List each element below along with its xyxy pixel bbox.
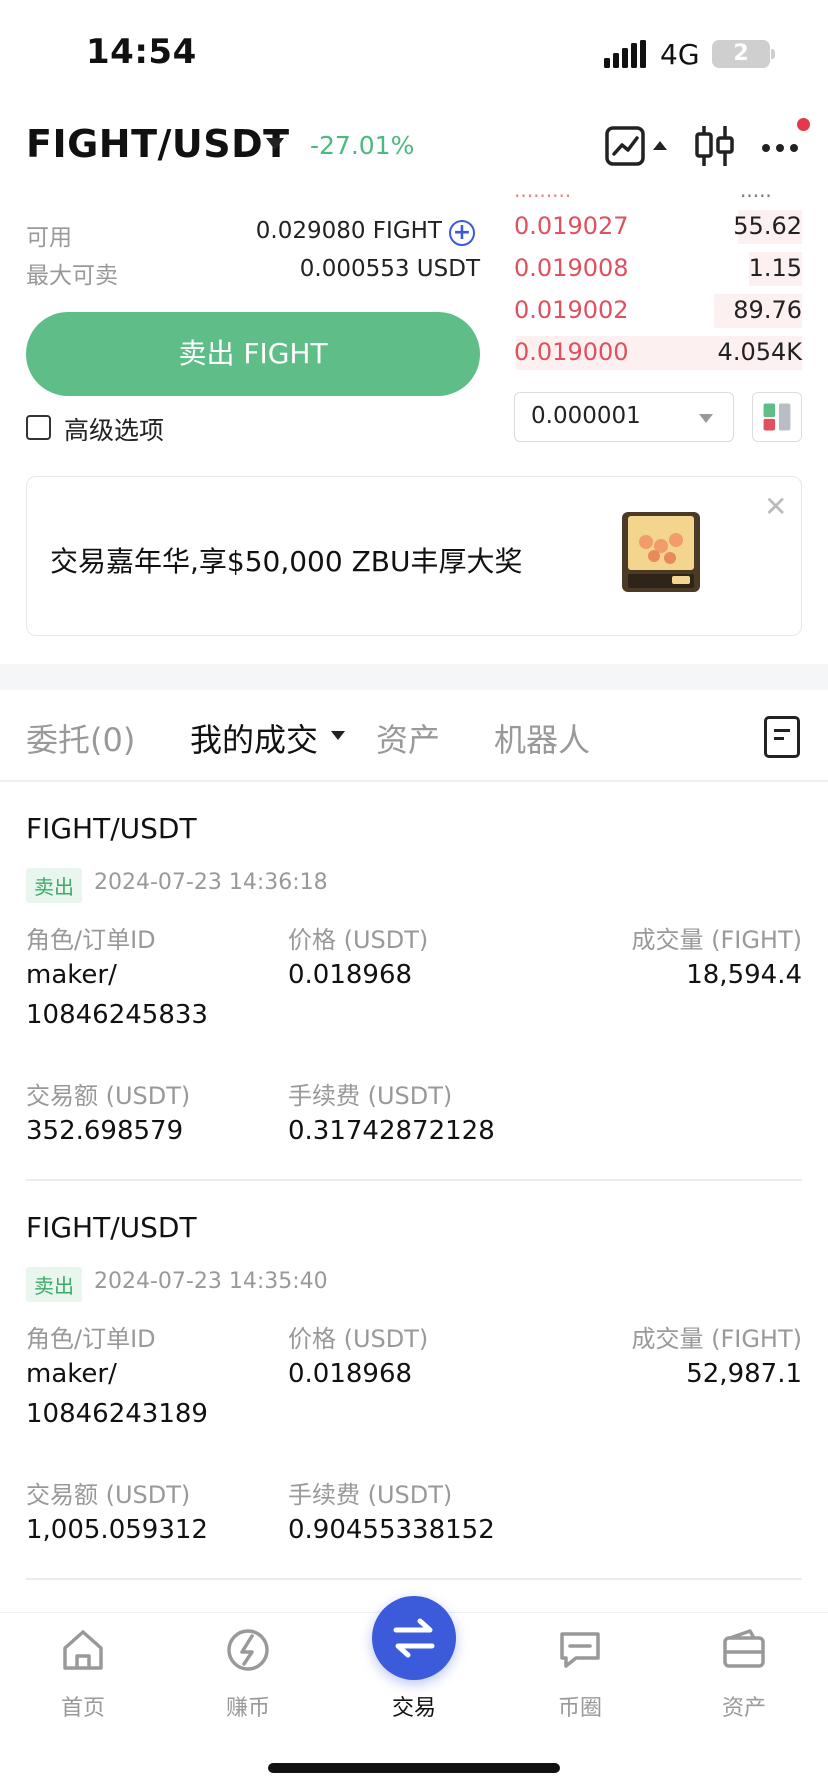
swap-arrows-icon bbox=[393, 1618, 435, 1658]
order-history-icon[interactable] bbox=[764, 716, 800, 758]
orderbook-ask-row[interactable]: 0.019027 55.62 bbox=[510, 208, 802, 246]
fee-value: 0.90455338152 bbox=[288, 1515, 495, 1545]
nav-trade-button[interactable] bbox=[372, 1596, 456, 1680]
role-value: maker/ bbox=[26, 1359, 117, 1389]
battery-level: 2 bbox=[733, 41, 749, 66]
status-time: 14:54 bbox=[86, 32, 197, 72]
precision-value: 0.000001 bbox=[531, 403, 641, 429]
available-value: 0.029080 FIGHT bbox=[255, 218, 442, 244]
treasure-chest-icon bbox=[622, 512, 700, 592]
trade-separator bbox=[26, 1179, 802, 1181]
price-value: 0.018968 bbox=[288, 1359, 413, 1389]
pair-dropdown-icon[interactable] bbox=[266, 138, 284, 150]
orderbook-cut-row-price: ········· bbox=[514, 184, 572, 208]
max-sell-label: 最大可卖 bbox=[26, 263, 118, 289]
fee-label: 手续费 (USDT) bbox=[288, 1481, 453, 1509]
trade-side-badge: 卖出 bbox=[26, 868, 82, 903]
nav-home-label: 首页 bbox=[60, 1696, 105, 1721]
tab-divider bbox=[0, 780, 828, 782]
trade-pair: FIGHT/USDT bbox=[26, 812, 197, 845]
nav-home[interactable]: 首页 bbox=[23, 1626, 143, 1721]
nav-assets[interactable]: 资产 bbox=[684, 1626, 804, 1721]
price-label: 价格 (USDT) bbox=[288, 926, 429, 954]
nav-trade-label[interactable]: 交易 bbox=[354, 1690, 474, 1722]
order-id: 10846245833 bbox=[26, 1000, 208, 1030]
role-value: maker/ bbox=[26, 960, 117, 990]
cellular-signal-icon bbox=[604, 40, 646, 68]
orderbook-ask-row[interactable]: 0.019002 89.76 bbox=[510, 292, 802, 330]
volume-value: 18,594.4 bbox=[686, 960, 802, 990]
trade-time: 2024-07-23 14:35:40 bbox=[94, 1269, 328, 1294]
amount-value: 1,005.059312 bbox=[26, 1515, 208, 1545]
sell-button[interactable]: 卖出 FIGHT bbox=[26, 312, 480, 396]
price-value: 0.018968 bbox=[288, 960, 413, 990]
wallet-icon bbox=[723, 1629, 765, 1668]
orderbook-layout-icon[interactable] bbox=[752, 392, 802, 442]
section-divider bbox=[0, 664, 828, 690]
ask-qty: 89.76 bbox=[733, 296, 802, 324]
precision-select[interactable]: 0.000001 bbox=[514, 392, 734, 442]
more-icon[interactable] bbox=[760, 124, 800, 168]
advanced-options-label: 高级选项 bbox=[64, 416, 165, 445]
home-icon bbox=[63, 1630, 103, 1670]
amount-value: 352.698579 bbox=[26, 1116, 184, 1146]
volume-label: 成交量 (FIGHT) bbox=[631, 926, 802, 954]
chevron-down-icon[interactable] bbox=[331, 731, 345, 740]
ask-price: 0.019008 bbox=[514, 254, 629, 282]
chat-bubble-icon bbox=[560, 1632, 600, 1668]
chevron-down-icon bbox=[699, 414, 713, 423]
orderbook-ask-row[interactable]: 0.019000 4.054K bbox=[510, 334, 802, 372]
nav-earn-label: 赚币 bbox=[225, 1696, 270, 1721]
home-indicator bbox=[268, 1763, 560, 1773]
promo-banner-text: 交易嘉年华,享$50,000 ZBU丰厚大奖 bbox=[50, 545, 523, 578]
orderbook-cut-row-qty: ····· bbox=[740, 184, 772, 208]
trade-pair: FIGHT/USDT bbox=[26, 1211, 197, 1244]
nav-community-label: 币圈 bbox=[557, 1696, 602, 1721]
price-change: -27.01% bbox=[310, 131, 415, 160]
ask-qty: 1.15 bbox=[748, 254, 802, 282]
volume-value: 52,987.1 bbox=[686, 1359, 802, 1389]
trade-time: 2024-07-23 14:36:18 bbox=[94, 870, 328, 895]
orderbook-ask-row[interactable]: 0.019008 1.15 bbox=[510, 250, 802, 288]
candlestick-icon[interactable] bbox=[692, 124, 738, 168]
amount-label: 交易额 (USDT) bbox=[26, 1082, 191, 1110]
ask-qty: 4.054K bbox=[717, 338, 802, 366]
price-label: 价格 (USDT) bbox=[288, 1325, 429, 1353]
battery-tip bbox=[771, 49, 775, 59]
tab-assets[interactable]: 资产 bbox=[376, 715, 440, 761]
nav-earn[interactable]: 赚币 bbox=[188, 1626, 308, 1721]
ask-qty: 55.62 bbox=[733, 212, 802, 240]
earn-icon bbox=[227, 1629, 269, 1671]
fee-label: 手续费 (USDT) bbox=[288, 1082, 453, 1110]
ask-price: 0.019000 bbox=[514, 338, 629, 366]
max-sell-value: 0.000553 USDT bbox=[299, 256, 480, 282]
ask-price: 0.019027 bbox=[514, 212, 629, 240]
notification-dot bbox=[797, 118, 810, 131]
chart-toggle-icon[interactable] bbox=[605, 124, 675, 168]
nav-community[interactable]: 币圈 bbox=[520, 1626, 640, 1721]
available-label: 可用 bbox=[26, 225, 72, 251]
nav-assets-label: 资产 bbox=[721, 1696, 766, 1721]
fee-value: 0.31742872128 bbox=[288, 1116, 495, 1146]
close-icon[interactable]: ✕ bbox=[764, 490, 787, 523]
trade-side-badge: 卖出 bbox=[26, 1267, 82, 1302]
tab-bots[interactable]: 机器人 bbox=[494, 715, 590, 761]
battery-icon: 2 bbox=[712, 40, 770, 68]
role-order-label: 角色/订单ID bbox=[26, 1325, 156, 1353]
trade-separator bbox=[26, 1578, 802, 1580]
ask-price: 0.019002 bbox=[514, 296, 629, 324]
advanced-options-checkbox[interactable] bbox=[26, 415, 51, 440]
tab-my-trades[interactable]: 我的成交 bbox=[190, 715, 318, 761]
amount-label: 交易额 (USDT) bbox=[26, 1481, 191, 1509]
pair-title[interactable]: FIGHT/USDT bbox=[26, 122, 290, 166]
volume-label: 成交量 (FIGHT) bbox=[631, 1325, 802, 1353]
transfer-plus-icon[interactable]: + bbox=[449, 220, 475, 246]
tab-orders[interactable]: 委托(0) bbox=[26, 715, 135, 761]
order-id: 10846243189 bbox=[26, 1399, 208, 1429]
network-type: 4G bbox=[660, 38, 700, 71]
role-order-label: 角色/订单ID bbox=[26, 926, 156, 954]
